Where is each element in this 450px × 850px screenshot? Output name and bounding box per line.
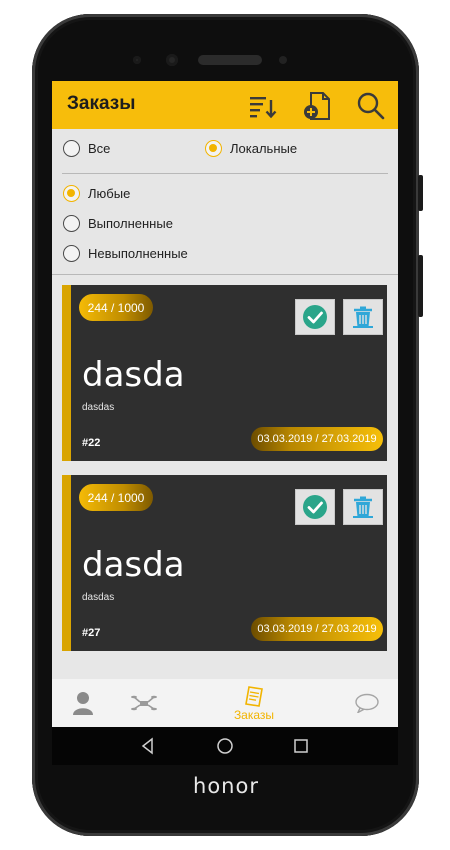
radio-status-done[interactable] <box>63 215 80 232</box>
order-number: #27 <box>82 627 101 639</box>
orders-icon <box>245 685 263 707</box>
trash-icon <box>353 306 373 328</box>
recents-icon <box>294 739 308 753</box>
proximity-sensor <box>279 56 287 64</box>
home-icon <box>217 738 233 754</box>
order-title: dasda <box>82 545 185 585</box>
radio-scope-local[interactable] <box>205 140 222 157</box>
order-dates: 03.03.2019 / 27.03.2019 <box>251 427 383 451</box>
recents-button[interactable] <box>292 737 310 755</box>
sort-icon[interactable] <box>248 91 278 121</box>
radio-status-any[interactable] <box>63 185 80 202</box>
app-bar: Заказы <box>52 81 398 129</box>
progress-badge: 244 / 1000 <box>79 294 153 321</box>
filter-status-any[interactable]: Любые <box>63 185 130 202</box>
front-camera <box>166 54 178 66</box>
order-subtitle: dasdas <box>82 402 115 413</box>
delete-button[interactable] <box>343 299 383 335</box>
brand-logo: honor <box>193 774 259 798</box>
complete-button[interactable] <box>295 299 335 335</box>
progress-badge: 244 / 1000 <box>79 484 153 511</box>
filter-divider <box>62 173 388 174</box>
nav-orders-label: Заказы <box>233 707 275 722</box>
profile-icon <box>73 692 93 715</box>
volume-button <box>418 175 423 211</box>
new-document-icon[interactable] <box>302 91 332 121</box>
back-button[interactable] <box>139 737 157 755</box>
earpiece-speaker <box>198 55 262 65</box>
order-card[interactable]: 244 / 1000 dasda dasdas #22 03.03.2019 /… <box>62 285 387 461</box>
system-nav-bar <box>52 727 398 765</box>
order-title: dasda <box>82 355 185 395</box>
delete-button[interactable] <box>343 489 383 525</box>
home-button[interactable] <box>216 737 234 755</box>
radio-scope-all[interactable] <box>63 140 80 157</box>
filter-scope-local[interactable]: Локальные <box>205 140 297 157</box>
app-screen: Заказы Все Локальные Любые Выполненные Н… <box>52 81 398 727</box>
back-icon <box>141 737 153 755</box>
chat-icon <box>355 693 379 713</box>
order-subtitle: dasdas <box>82 592 115 603</box>
filter-status-done[interactable]: Выполненные <box>63 215 173 232</box>
nav-orders[interactable]: Заказы <box>224 679 284 727</box>
nav-chat[interactable] <box>350 679 384 727</box>
filter-panel: Все Локальные Любые Выполненные Невыполн… <box>52 129 398 275</box>
filter-status-undone[interactable]: Невыполненные <box>63 245 188 262</box>
front-sensor <box>133 56 141 64</box>
order-number: #22 <box>82 437 101 449</box>
check-icon <box>303 305 327 329</box>
order-card[interactable]: 244 / 1000 dasda dasdas #27 03.03.2019 /… <box>62 475 387 651</box>
nav-profile[interactable] <box>66 679 100 727</box>
check-icon <box>303 495 327 519</box>
power-button <box>418 255 423 317</box>
page-title: Заказы <box>67 93 136 114</box>
filter-scope-all[interactable]: Все <box>63 140 110 157</box>
order-dates: 03.03.2019 / 27.03.2019 <box>251 617 383 641</box>
bottom-nav: Заказы <box>52 679 398 727</box>
nav-drones[interactable] <box>126 679 162 727</box>
complete-button[interactable] <box>295 489 335 525</box>
filter-bottom-divider <box>52 274 398 275</box>
radio-status-undone[interactable] <box>63 245 80 262</box>
drone-icon <box>131 695 157 711</box>
trash-icon <box>353 496 373 518</box>
search-icon[interactable] <box>356 91 386 121</box>
